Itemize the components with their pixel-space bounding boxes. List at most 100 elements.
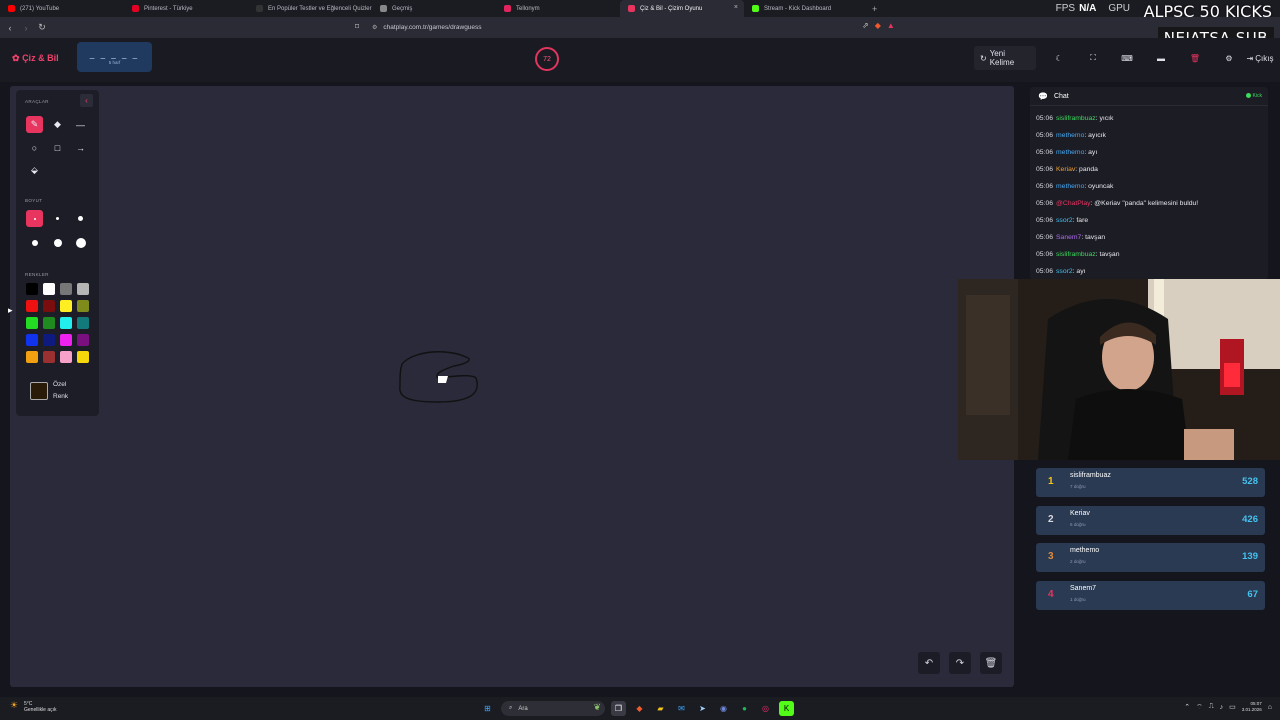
weather-widget[interactable]: ☀ 5°C Genellikle açık [10,701,57,714]
browser-tab-4[interactable]: Tellonym [496,0,620,17]
color-swatch[interactable] [26,334,38,346]
gear-icon[interactable]: ⚙ [1212,46,1246,70]
color-swatch[interactable] [77,317,89,329]
size-option-3[interactable] [72,210,89,227]
color-swatch[interactable] [43,283,55,295]
color-swatch[interactable] [60,317,72,329]
new-word-button[interactable]: ↻ Yeni Kelime [974,46,1036,70]
battery-icon[interactable]: ▭ [1229,703,1236,711]
new-tab-button[interactable]: + [872,4,877,14]
moon-icon[interactable]: ☾ [1042,46,1076,70]
size-option-2[interactable] [49,210,66,227]
rectangle-tool-icon[interactable]: □ [49,139,66,156]
size-option-4[interactable] [26,234,43,251]
exit-button[interactable]: ⇥ Çıkış [1246,46,1280,70]
fill-tool-icon[interactable]: ⬙ [26,162,43,179]
eraser-tool-icon[interactable]: ◆ [49,116,66,133]
chat-message: 05:06 sisliframbuaz: tavşan [1036,246,1268,263]
color-swatch[interactable] [60,300,72,312]
chat-username[interactable]: methemo [1056,183,1084,190]
reload-icon[interactable]: ↻ [34,22,50,33]
chat-username[interactable]: sisliframbuaz [1056,251,1096,258]
kick-icon[interactable]: K [779,701,794,716]
color-swatch[interactable] [26,351,38,363]
chat-username[interactable]: ssor2 [1056,217,1073,224]
chat-username[interactable]: methemo [1056,132,1084,139]
size-option-5[interactable] [49,234,66,251]
share-icon[interactable]: ⇗ [862,21,869,30]
layout-icon[interactable]: ▬ [1144,46,1178,70]
mouse-cursor-icon: ▸ [8,305,13,315]
chat-username[interactable]: Sanem7 [1056,234,1081,241]
drawing-canvas[interactable] [10,86,1014,687]
discord-icon[interactable]: ◉ [716,701,731,716]
fullscreen-icon[interactable]: ⛶ [1076,46,1110,70]
color-swatch[interactable] [26,317,38,329]
color-swatch[interactable] [77,351,89,363]
color-swatch[interactable] [43,334,55,346]
circle-tool-icon[interactable]: ○ [26,139,43,156]
pencil-tool-icon[interactable]: ✎ [26,116,43,133]
browser-tab-5[interactable]: Çiz & Bil - Çizim Oyunu × [620,0,744,17]
notification-icon[interactable]: ⌂ [1268,704,1272,711]
clear-canvas-icon[interactable]: 🗑 [980,652,1002,674]
color-swatch[interactable] [26,283,38,295]
color-swatch[interactable] [77,334,89,346]
redo-icon[interactable]: ↷ [949,652,971,674]
network-icon[interactable]: ⌔ [1196,703,1203,712]
undo-icon[interactable]: ↶ [918,652,940,674]
brave-browser-icon[interactable]: ◆ [632,701,647,716]
speaker-icon[interactable]: ♪ [1220,704,1224,711]
task-view-icon[interactable]: ❐ [611,701,626,716]
keyboard-icon[interactable]: ⌨ [1110,46,1144,70]
color-swatch[interactable] [43,317,55,329]
color-swatch[interactable] [77,283,89,295]
trash-icon[interactable]: 🗑 [1178,46,1212,70]
line-tool-icon[interactable]: — [72,116,89,133]
back-icon[interactable]: ‹ [2,23,18,33]
chat-username[interactable]: sisliframbuaz [1056,115,1096,122]
bookmark-icon[interactable]: ⌑ [355,22,359,31]
size-option-1[interactable] [26,210,43,227]
tab-close-icon[interactable]: × [734,4,738,11]
url-field[interactable]: ⚙ chatplay.com.tr/games/drawguess [372,21,912,34]
tray-expand-icon[interactable]: ⌃ [1184,703,1190,711]
chat-username[interactable]: ssor2 [1056,268,1073,275]
bluetooth-icon[interactable]: ⎍ [1209,703,1214,711]
taskbar-search[interactable]: ⌕ Ara ❦ [501,701,605,716]
color-swatch[interactable] [60,283,72,295]
color-swatch[interactable] [43,351,55,363]
steam-icon[interactable]: ➤ [695,701,710,716]
file-explorer-icon[interactable]: ▰ [653,701,668,716]
browser-tab-6[interactable]: Stream - Kick Dashboard [744,0,868,17]
site-info-icon[interactable]: ⚙ [372,24,377,31]
player-correct-count: 7 doğru [1070,484,1086,489]
browser-tab-2[interactable]: En Popüler Testler ve Eğlenceli Quizler [248,0,372,17]
clock-date: 3.01.2026 [1241,707,1262,712]
start-icon[interactable]: ⊞ [480,701,495,716]
custom-color-swatch[interactable] [30,382,48,400]
spotify-icon[interactable]: ● [737,701,752,716]
clock[interactable]: 05:07 3.01.2026 [1242,701,1262,713]
color-swatch[interactable] [60,351,72,363]
color-swatch[interactable] [77,300,89,312]
color-swatch[interactable] [26,300,38,312]
brave-shield-icon[interactable]: ◆ [875,21,881,30]
rewards-icon[interactable]: ▲ [887,21,895,30]
chat-username[interactable]: @ChatPlay [1056,200,1090,207]
browser-tab-3[interactable]: Geçmiş [372,0,496,17]
browser-tab-1[interactable]: Pinterest - Türkiye [124,0,248,17]
app-logo-text: Çiz & Bil [22,53,59,63]
chat-username[interactable]: methemo [1056,149,1084,156]
arrow-tool-icon[interactable]: → [72,139,89,156]
forward-icon[interactable]: › [18,23,34,33]
instagram-icon[interactable]: ◎ [758,701,773,716]
collapse-toolbox-icon[interactable]: ‹ [80,94,93,107]
chat-username[interactable]: Keriav [1056,166,1075,173]
mail-icon[interactable]: ✉ [674,701,689,716]
app-logo[interactable]: ✿ Çiz & Bil [12,53,59,64]
browser-tab-0[interactable]: (271) YouTube [0,0,124,17]
color-swatch[interactable] [43,300,55,312]
color-swatch[interactable] [60,334,72,346]
size-option-6[interactable] [72,234,89,251]
